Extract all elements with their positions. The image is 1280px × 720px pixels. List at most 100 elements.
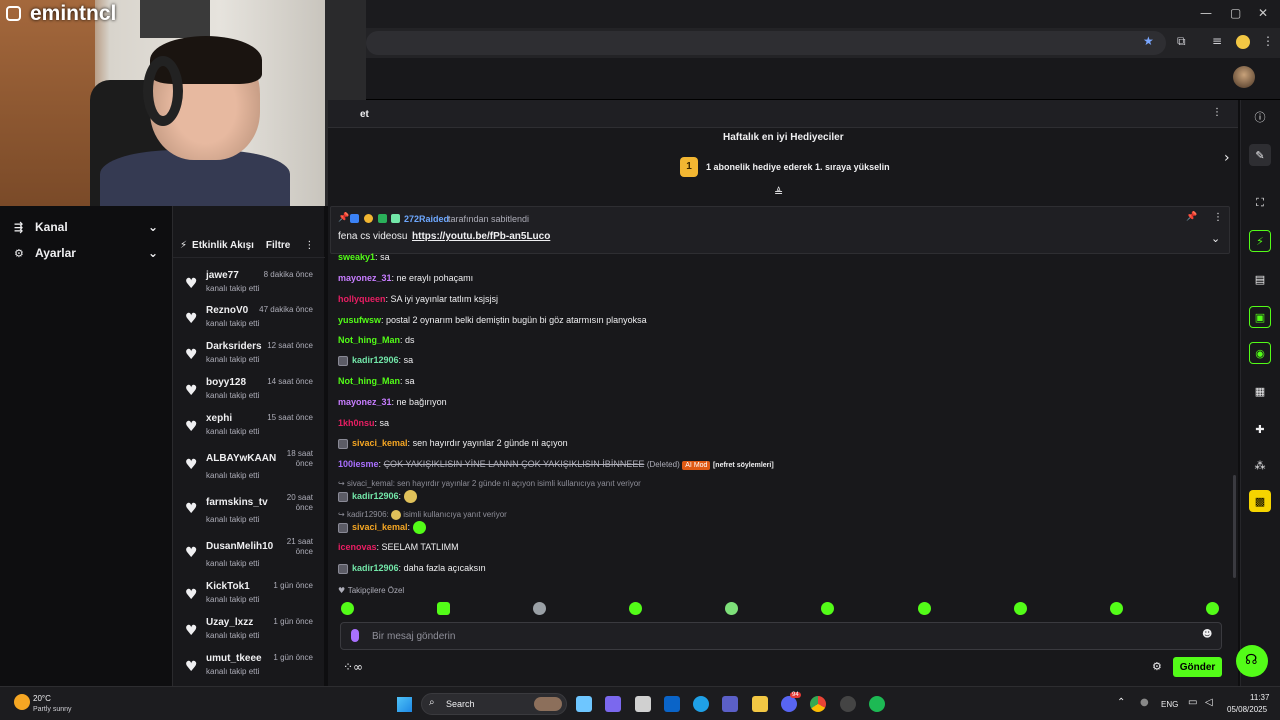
emote-icon[interactable] (1206, 602, 1219, 615)
obs-icon[interactable] (840, 696, 856, 712)
maximize-icon[interactable]: ▢ (1230, 6, 1241, 20)
network-icon[interactable]: ▭ (1188, 697, 1197, 708)
feed-user[interactable]: xephi (206, 413, 232, 424)
more-icon[interactable]: ⋮ (1212, 107, 1222, 118)
spotify-icon[interactable] (869, 696, 885, 712)
feed-user[interactable]: Uzay_lxzz (206, 617, 253, 628)
feed-filter-button[interactable]: Filtre (266, 240, 290, 251)
expand-icon[interactable]: ≜ (774, 186, 783, 199)
extensions-icon[interactable]: ⧉ (1177, 34, 1186, 49)
emote-icon[interactable] (341, 602, 354, 615)
avatar[interactable] (1233, 66, 1255, 88)
feed-user[interactable]: boyy128 (206, 377, 246, 388)
clapper-icon[interactable]: ▩ (1249, 490, 1271, 512)
language-indicator[interactable]: ENG (1161, 700, 1178, 709)
reply-context[interactable]: ↪ kadir12906: isimli kullanıcıya yanıt v… (338, 510, 507, 520)
bookmark-star-icon[interactable]: ★ (1143, 34, 1154, 48)
nav-channel[interactable]: ⇶ Kanal ⌄ (0, 214, 172, 240)
points-icon[interactable]: ⁘∞ (343, 660, 363, 674)
chat-username[interactable]: 100iesme (338, 459, 379, 469)
clock-time[interactable]: 11:37 (1250, 693, 1269, 702)
chat-username[interactable]: yusufwsw (338, 315, 381, 325)
broadcast-icon[interactable]: ◉ (1249, 342, 1271, 364)
chat-username[interactable]: 1kh0nsu (338, 418, 375, 428)
address-bar[interactable] (366, 31, 1166, 55)
layout-icon[interactable]: ▦ (1249, 380, 1271, 402)
browser-menu-icon[interactable]: ⋮ (1262, 34, 1274, 48)
chat-username[interactable]: sivaci_kemal (352, 438, 408, 448)
store-icon[interactable] (635, 696, 651, 712)
pinned-link[interactable]: https://youtu.be/fPb-an5Luco (412, 231, 550, 242)
profile-icon[interactable] (1236, 35, 1250, 49)
emote-icon[interactable] (437, 602, 450, 615)
document-icon[interactable]: ▤ (1249, 268, 1271, 290)
close-icon[interactable]: ✕ (1258, 6, 1268, 20)
chevron-up-icon[interactable]: ⌃ (1117, 697, 1125, 708)
nav-settings[interactable]: ⚙ Ayarlar ⌄ (0, 240, 172, 266)
feed-user[interactable]: jawe77 (206, 270, 239, 281)
chat-input[interactable]: Bir mesaj gönderin ☻ (340, 622, 1222, 650)
support-button[interactable]: ☊ (1236, 645, 1268, 677)
chat-username[interactable]: mayonez_31 (338, 397, 392, 407)
focus-icon[interactable]: ⛶ (1249, 192, 1271, 214)
chat-username[interactable]: hollyqueen (338, 294, 386, 304)
clock-date[interactable]: 05/08/2025 (1227, 705, 1267, 714)
wrench-icon[interactable]: ✚ (1249, 418, 1271, 440)
share-icon[interactable]: ⁂ (1249, 454, 1271, 476)
emote-icon[interactable] (1110, 602, 1123, 615)
chat-username[interactable]: kadir12906 (352, 563, 399, 573)
reply-context[interactable]: ↪ sivaci_kemal: sen hayırdır yayınlar 2 … (338, 479, 641, 488)
chat-username[interactable]: Not_hing_Man (338, 376, 400, 386)
feed-user[interactable]: farmskins_tv (206, 497, 268, 508)
pinned-user[interactable]: 272Raided (404, 214, 449, 224)
windows-start-icon[interactable] (397, 697, 412, 712)
minimize-icon[interactable]: — (1200, 6, 1212, 20)
emote-icon[interactable] (821, 602, 834, 615)
feed-user[interactable]: KickTok1 (206, 581, 250, 592)
feed-user[interactable]: DusanMelih10 (206, 541, 273, 552)
chat-username[interactable]: kadir12906 (352, 355, 399, 365)
chevron-down-icon[interactable]: ⌄ (1211, 232, 1220, 245)
edge-icon[interactable] (693, 696, 709, 712)
discord-icon[interactable] (781, 696, 797, 712)
chevron-right-icon[interactable]: › (1224, 150, 1230, 166)
chat-username[interactable]: sweaky1 (338, 252, 375, 262)
chat-username[interactable]: mayonez_31 (338, 273, 392, 283)
outlook-icon[interactable] (664, 696, 680, 712)
send-button[interactable]: Gönder (1173, 657, 1222, 677)
gear-icon[interactable]: ⚙ (1152, 660, 1162, 673)
emote-icon[interactable] (725, 602, 738, 615)
teams-icon[interactable] (605, 696, 621, 712)
media-control-icon[interactable]: ≡ (1212, 34, 1222, 48)
weather-icon[interactable] (14, 694, 30, 710)
emoji-icon[interactable]: ☻ (1202, 629, 1212, 640)
emote-icon[interactable] (412, 521, 426, 534)
emote-icon[interactable] (918, 602, 931, 615)
copilot-icon[interactable] (576, 696, 592, 712)
unpin-icon[interactable]: 📌 (1186, 212, 1197, 222)
lightning-icon[interactable]: ⚡ (1249, 230, 1271, 252)
chat-bubble-icon[interactable]: ▣ (1249, 306, 1271, 328)
chat-scrollbar[interactable] (1233, 475, 1236, 578)
feed-user[interactable]: ALBAYwKAAN (206, 453, 276, 464)
emote-icon[interactable] (1014, 602, 1027, 615)
teams-icon[interactable] (722, 696, 738, 712)
reply-icon: ↪ (338, 479, 347, 488)
emote-icon[interactable] (629, 602, 642, 615)
chrome-icon[interactable] (810, 696, 826, 712)
microphone-icon[interactable] (351, 629, 359, 642)
more-icon[interactable]: ⋮ (304, 240, 314, 251)
feed-user[interactable]: ReznoV0 (206, 305, 248, 316)
emote-icon[interactable] (403, 490, 417, 503)
info-icon[interactable]: ⓘ (1249, 106, 1271, 128)
chat-username[interactable]: icenovas (338, 542, 377, 552)
folder-icon[interactable] (752, 696, 768, 712)
chat-username[interactable]: sivaci_kemal (352, 522, 408, 532)
emote-icon[interactable] (533, 602, 546, 615)
more-icon[interactable]: ⋮ (1213, 212, 1223, 223)
pencil-icon[interactable]: ✎ (1249, 144, 1271, 166)
volume-icon[interactable]: ◁ (1205, 697, 1213, 708)
chat-username[interactable]: Not_hing_Man (338, 335, 400, 345)
chat-username[interactable]: kadir12906 (352, 491, 399, 501)
microphone-icon[interactable]: ● (1140, 697, 1149, 708)
